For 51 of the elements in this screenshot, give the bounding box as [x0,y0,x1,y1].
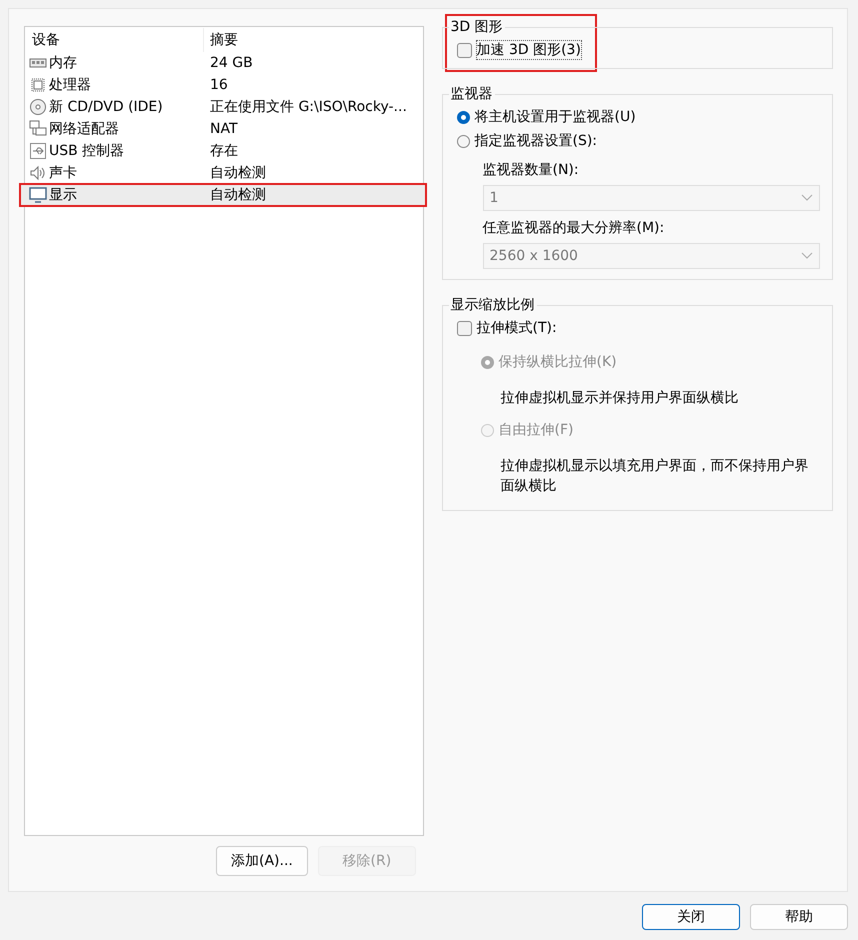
radio-button[interactable] [456,134,470,148]
chip-icon [29,76,47,94]
checkbox[interactable] [456,42,472,58]
device-row[interactable]: 新 CD/DVD (IDE) 正在使用文件 G:\ISO\Rocky-... [26,96,422,118]
radio-label: 将主机设置用于监视器(U) [474,108,636,126]
device-button[interactable]: 添加(A)... [216,846,308,876]
chevron-icon [801,252,813,260]
radio-label: 指定监视器设置(S): [474,132,598,150]
device-summary: 自动检测 [209,164,267,182]
disc-icon [29,98,47,116]
device-name: 显示 [49,186,77,204]
checkbox[interactable] [456,320,472,336]
group-title: 显示缩放比例 [450,296,536,314]
usb-icon [29,142,47,160]
network-icon [29,120,47,138]
speaker-icon [29,164,47,182]
device-summary: NAT [209,121,239,137]
device-row[interactable]: 内存 24 GB [26,52,422,74]
radio-button[interactable] [456,110,470,124]
column-header[interactable]: 摘要 [204,28,422,52]
monitor-icon [29,186,47,204]
checkbox-label: 加速 3D 图形(3) [476,41,581,59]
chevron-icon [801,194,813,202]
device-name: USB 控制器 [49,142,124,160]
option-description: 拉伸虚拟机显示并保持用户界面纵横比 [500,389,740,408]
device-name: 网络适配器 [49,120,119,138]
device-summary: 正在使用文件 G:\ISO\Rocky-... [209,98,408,116]
dialog-button[interactable]: 关闭 [642,904,740,930]
device-summary: 16 [209,77,229,93]
device-row[interactable]: 网络适配器 NAT [26,118,422,140]
device-row[interactable]: 处理器 16 [26,74,422,96]
radio-label: 保持纵横比拉伸(K) [498,353,617,371]
device-name: 声卡 [49,164,77,182]
option-description: 拉伸虚拟机显示以填充用户界面，而不保持用户界面纵横比 [500,457,810,496]
radio-label: 自由拉伸(F) [498,421,574,439]
device-name: 新 CD/DVD (IDE) [49,98,163,116]
field-label: 任意监视器的最大分辨率(M): [482,219,666,238]
device-name: 处理器 [49,76,91,94]
column-header[interactable]: 设备 [26,28,204,52]
device-name: 内存 [49,54,77,72]
device-summary: 存在 [209,142,239,160]
device-summary: 自动检测 [209,186,267,204]
field-label: 监视器数量(N): [482,161,580,180]
checkbox-label: 拉伸模式(T): [476,319,557,337]
group-title: 3D 图形 [450,18,504,36]
group-title: 监视器 [450,85,494,103]
device-row[interactable]: USB 控制器 存在 [26,140,422,162]
dialog-button[interactable]: 帮助 [750,904,848,930]
device-summary: 24 GB [209,55,254,71]
device-row[interactable]: 显示 自动检测 [20,184,426,206]
device-row[interactable]: 声卡 自动检测 [26,162,422,184]
